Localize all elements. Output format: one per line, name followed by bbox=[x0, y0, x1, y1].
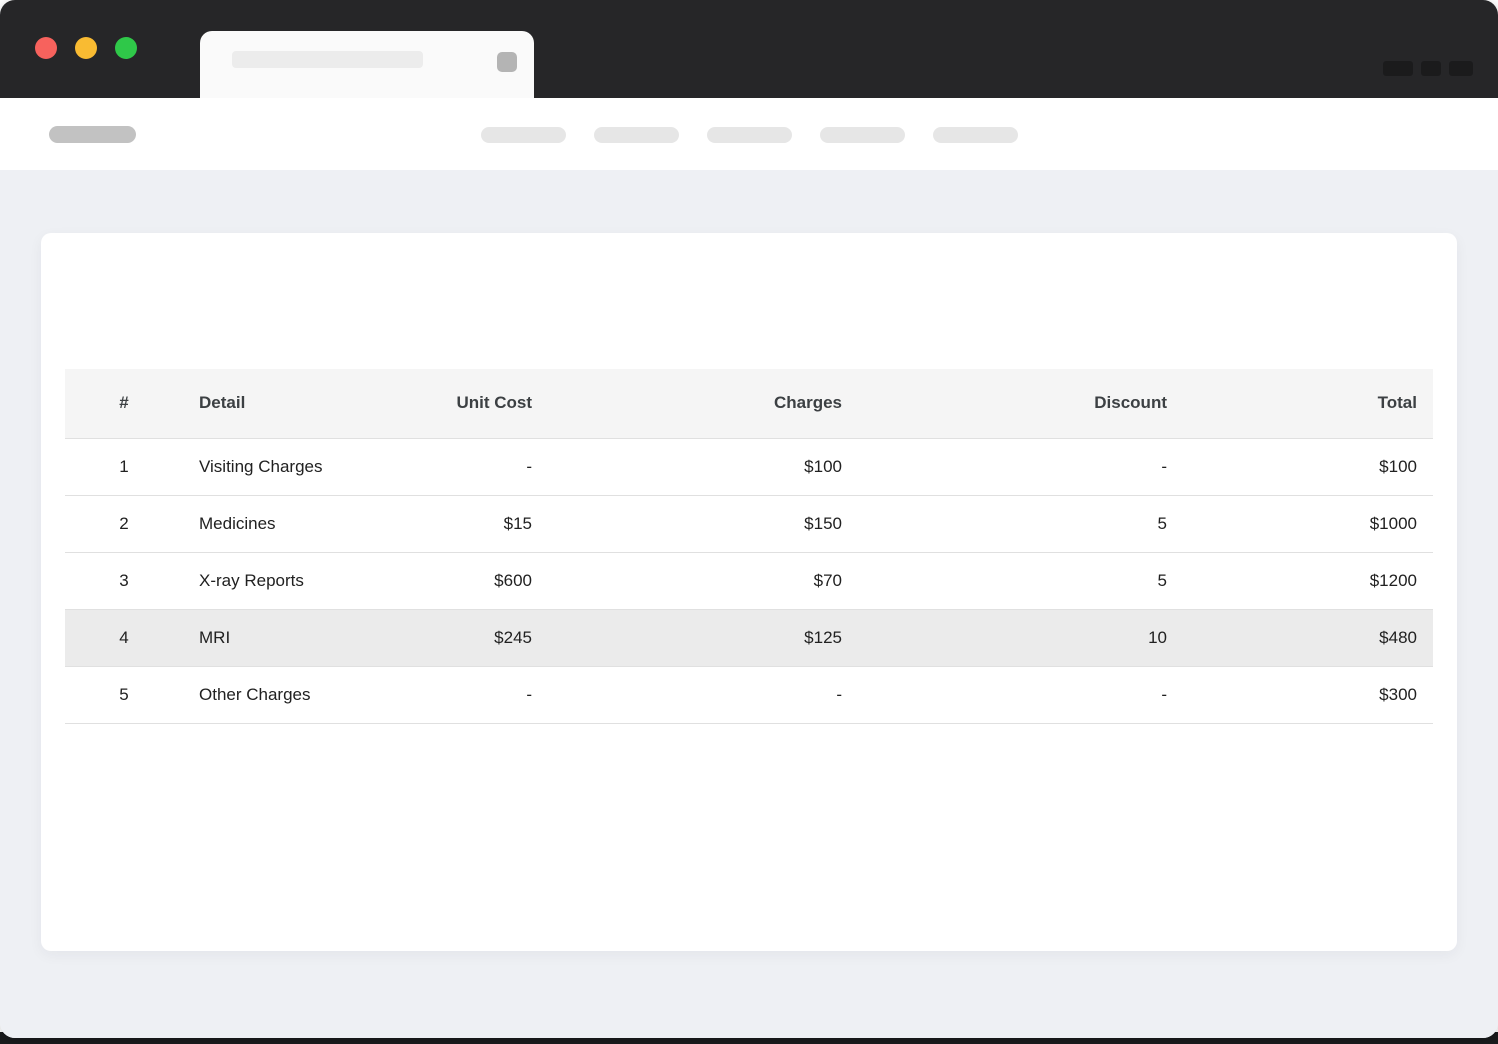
cell-discount: 10 bbox=[858, 609, 1183, 667]
nav-link-placeholder bbox=[933, 127, 1018, 143]
table-body: 1 Visiting Charges - $100- $100 2 Medicines $15… bbox=[65, 438, 1433, 724]
cell-unit_cost: $245 bbox=[360, 609, 548, 667]
cell-index: 2 bbox=[65, 495, 183, 553]
cell-total: $1200 bbox=[1183, 552, 1433, 610]
cell-detail: X-ray Reports bbox=[183, 552, 360, 610]
cell-detail: Visiting Charges bbox=[183, 438, 360, 496]
url-bar-placeholder bbox=[49, 126, 136, 143]
table-row[interactable]: 4 MRI $245 $125 10 $480 bbox=[65, 609, 1433, 667]
cell-unit_cost: - bbox=[360, 666, 548, 724]
invoice-card: # Detail Unit Cost Charges Discount Total 1 Vi… bbox=[41, 233, 1457, 951]
cell-charges: - bbox=[548, 666, 858, 724]
cell-charges: $125 bbox=[548, 609, 858, 667]
cell-index: 1 bbox=[65, 438, 183, 496]
tab-close-placeholder bbox=[497, 52, 517, 72]
tab-title-placeholder bbox=[232, 51, 423, 68]
titlebar bbox=[0, 0, 1498, 98]
faint-control-placeholder bbox=[1383, 61, 1413, 76]
column-header-unit_cost: Unit Cost bbox=[360, 369, 548, 439]
nav-link-placeholder bbox=[820, 127, 905, 143]
faint-control-placeholder bbox=[1421, 61, 1441, 76]
column-header-total: Total bbox=[1183, 369, 1433, 439]
table-row[interactable]: 1 Visiting Charges - $100- $100 bbox=[65, 438, 1433, 496]
table-row[interactable]: 3 X-ray Reports $600 $70 5 $1200 bbox=[65, 552, 1433, 610]
column-header-detail: Detail bbox=[183, 369, 360, 439]
page-background: # Detail Unit Cost Charges Discount Total 1 Vi… bbox=[0, 170, 1498, 1038]
cell-unit_cost: - bbox=[360, 438, 548, 496]
browser-tab[interactable] bbox=[200, 31, 534, 98]
traffic-lights bbox=[35, 37, 137, 59]
cell-unit_cost: $15 bbox=[360, 495, 548, 553]
nav-link-placeholder bbox=[707, 127, 792, 143]
cell-unit_cost: $600 bbox=[360, 552, 548, 610]
cell-total: $100 bbox=[1183, 438, 1433, 496]
nav-link-placeholder bbox=[481, 127, 566, 143]
toolbar bbox=[0, 98, 1498, 170]
table-head: # Detail Unit Cost Charges Discount Total bbox=[65, 369, 1433, 439]
cell-detail: MRI bbox=[183, 609, 360, 667]
cell-index: 4 bbox=[65, 609, 183, 667]
faint-control-placeholder bbox=[1449, 61, 1473, 76]
cell-charges: $150 bbox=[548, 495, 858, 553]
cell-total: $1000 bbox=[1183, 495, 1433, 553]
cell-total: $300 bbox=[1183, 666, 1433, 724]
cell-discount: - bbox=[858, 666, 1183, 724]
titlebar-faint-controls bbox=[1383, 61, 1473, 76]
cell-total: $480 bbox=[1183, 609, 1433, 667]
minimize-button[interactable] bbox=[75, 37, 97, 59]
cell-charges: $70 bbox=[548, 552, 858, 610]
cell-index: 5 bbox=[65, 666, 183, 724]
charges-table-wrap: # Detail Unit Cost Charges Discount Total 1 Vi… bbox=[65, 369, 1433, 724]
close-button[interactable] bbox=[35, 37, 57, 59]
nav-links bbox=[481, 127, 1018, 143]
cell-index: 3 bbox=[65, 552, 183, 610]
column-header-discount: Discount bbox=[858, 369, 1183, 439]
cell-discount: - bbox=[858, 438, 1183, 496]
cell-discount: 5 bbox=[858, 552, 1183, 610]
maximize-button[interactable] bbox=[115, 37, 137, 59]
browser-window: # Detail Unit Cost Charges Discount Total 1 Vi… bbox=[0, 0, 1498, 1038]
column-header-charges: Charges bbox=[548, 369, 858, 439]
column-header-index: # bbox=[65, 369, 183, 439]
table-row[interactable]: 5 Other Charges - - - $300 bbox=[65, 666, 1433, 724]
cell-charges: $100 bbox=[548, 438, 858, 496]
cell-discount: 5 bbox=[858, 495, 1183, 553]
table-header-row: # Detail Unit Cost Charges Discount Total bbox=[65, 369, 1433, 439]
cell-detail: Other Charges bbox=[183, 666, 360, 724]
charges-table: # Detail Unit Cost Charges Discount Total 1 Vi… bbox=[65, 369, 1433, 724]
nav-link-placeholder bbox=[594, 127, 679, 143]
screenshot-root: # Detail Unit Cost Charges Discount Total 1 Vi… bbox=[0, 0, 1498, 1044]
cell-detail: Medicines bbox=[183, 495, 360, 553]
table-row[interactable]: 2 Medicines $15 $150 5 $1000 bbox=[65, 495, 1433, 553]
